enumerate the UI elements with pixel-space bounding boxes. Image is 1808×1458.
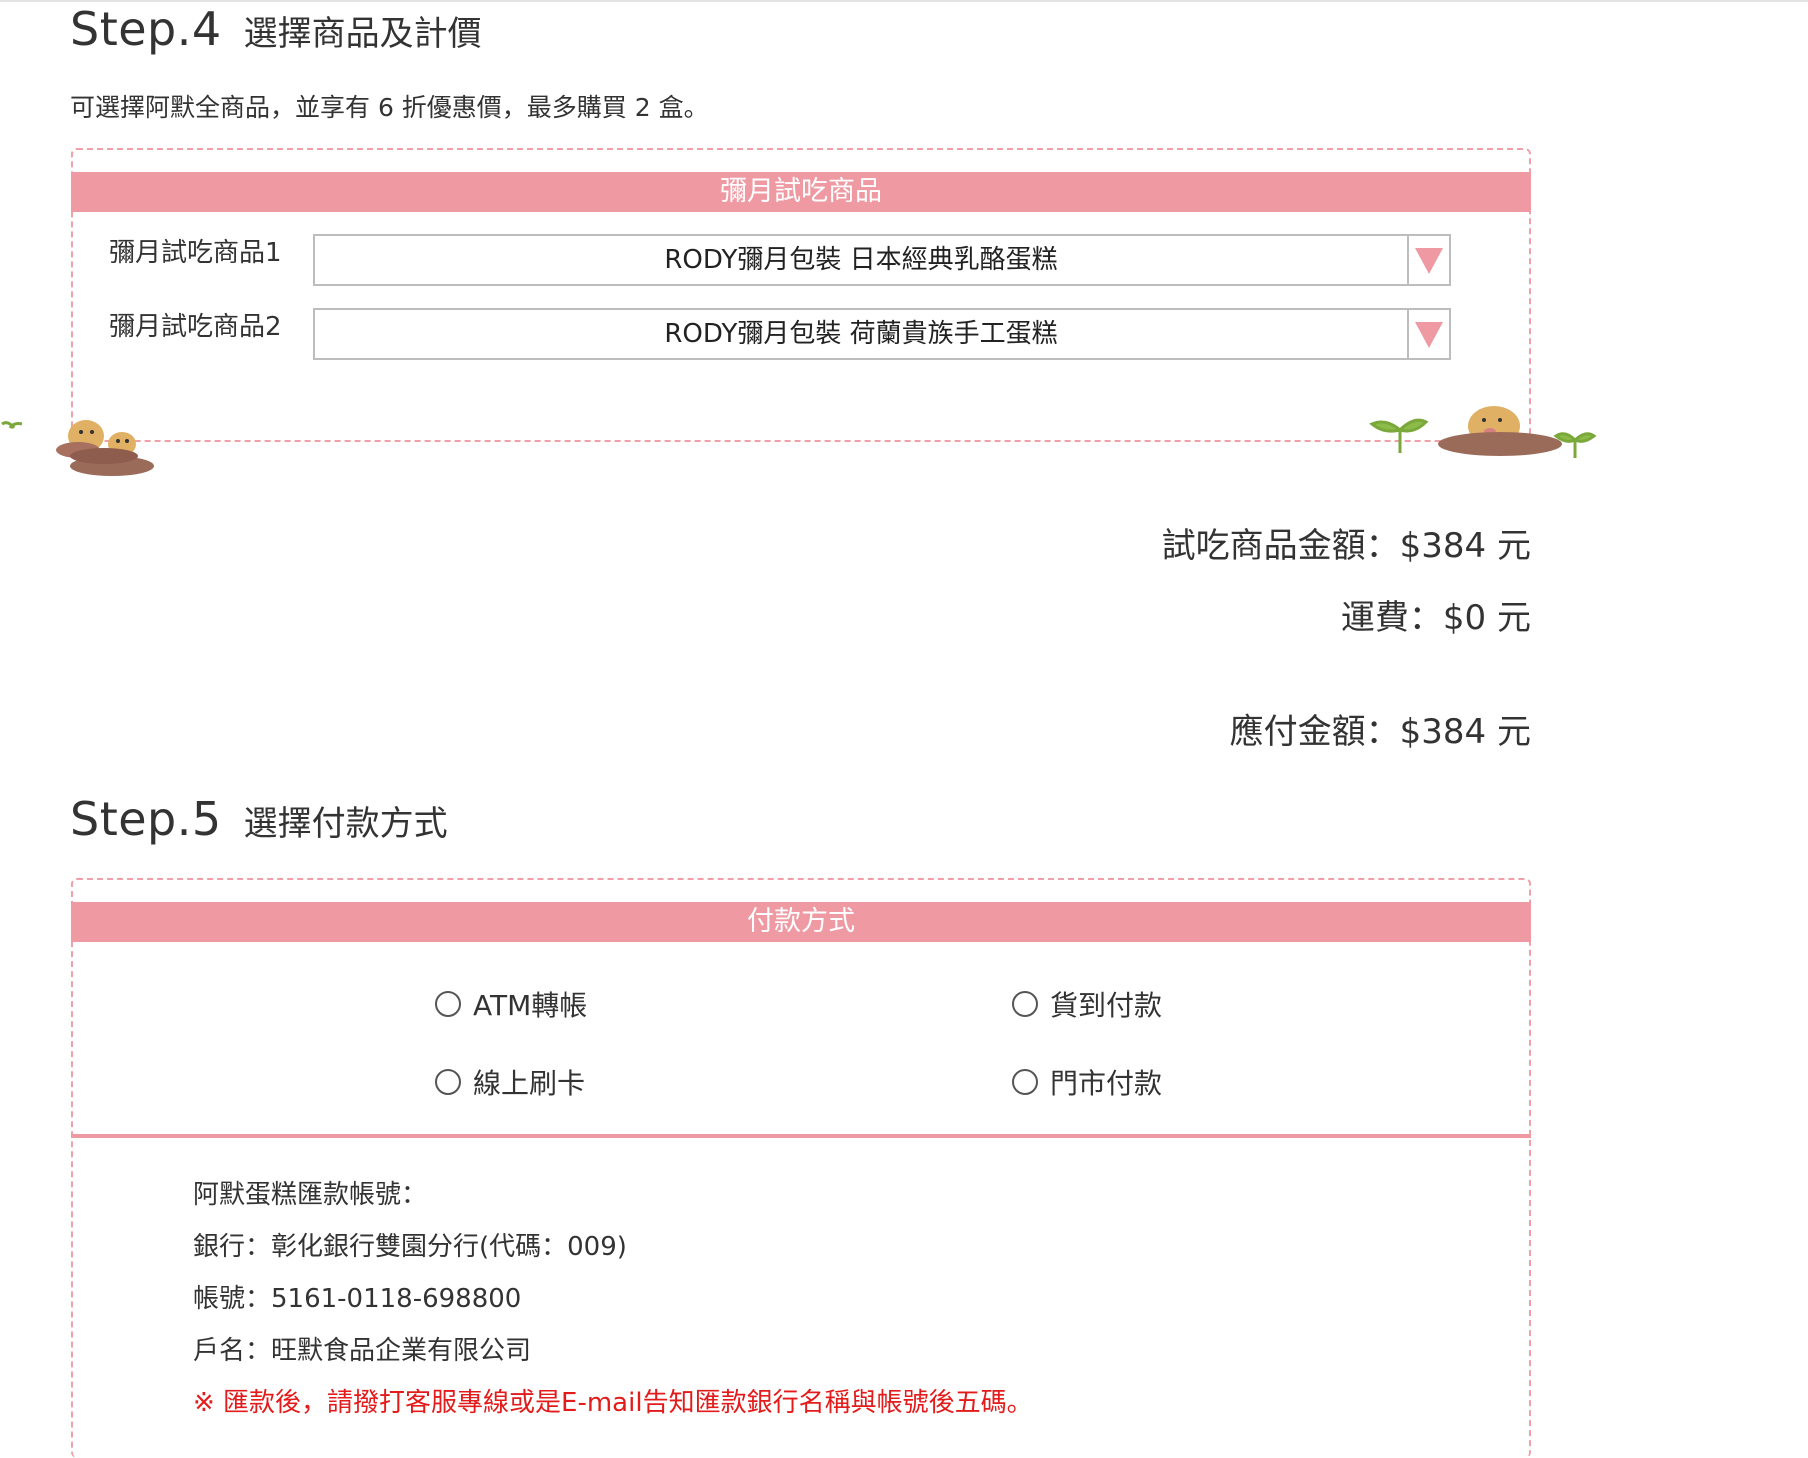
step5-title: 選擇付款方式 <box>243 804 448 844</box>
remittance-note: ※ 匯款後，請撥打客服專線或是E-mail告知匯款銀行名稱與帳號後五碼。 <box>193 1388 1033 1418</box>
step4-intro: 可選擇阿默全商品，並享有 6 折優惠價，最多購買 2 盒。 <box>70 93 709 122</box>
radio-icon[interactable] <box>1012 1069 1038 1095</box>
trial-item-2-select[interactable]: RODY彌月包裝 荷蘭貴族手工蛋糕 <box>313 308 1451 360</box>
total-amount: 應付金額：$384 元 <box>1229 712 1531 752</box>
mole-left-icon <box>1 420 154 476</box>
payment-divider <box>71 1134 1531 1138</box>
payment-option-card[interactable]: 線上刷卡 <box>435 1062 585 1102</box>
trial-products-panel: 彌月試吃商品 彌月試吃商品1 RODY彌月包裝 日本經典乳酪蛋糕 彌月試吃商品2… <box>71 148 1531 442</box>
trial-item-1-value: RODY彌月包裝 日本經典乳酪蛋糕 <box>664 245 1058 275</box>
bank-name: 銀行：彰化銀行雙園分行(代碼：009) <box>193 1232 627 1262</box>
bank-account: 帳號：5161-0118-698800 <box>193 1284 522 1314</box>
payment-option-label: 門市付款 <box>1050 1067 1163 1100</box>
payment-option-label: 線上刷卡 <box>473 1067 586 1100</box>
step5-number: Step.5 <box>70 792 222 846</box>
bank-holder: 戶名：旺默食品企業有限公司 <box>193 1336 532 1366</box>
payment-header: 付款方式 <box>71 902 1531 942</box>
radio-icon[interactable] <box>435 991 461 1017</box>
payment-option-label: 貨到付款 <box>1050 989 1163 1022</box>
trial-item-1-select[interactable]: RODY彌月包裝 日本經典乳酪蛋糕 <box>313 234 1451 286</box>
payment-panel: 付款方式 ATM轉帳 貨到付款 線上刷卡 門市付款 阿默蛋糕匯款帳號： 銀行：彰… <box>71 878 1531 1458</box>
step4-number: Step.4 <box>70 2 222 56</box>
trial-item-1-label: 彌月試吃商品1 <box>109 238 282 268</box>
radio-icon[interactable] <box>1012 991 1038 1017</box>
dropdown-arrow-icon[interactable] <box>1407 310 1449 358</box>
payment-option-cod[interactable]: 貨到付款 <box>1012 984 1162 1024</box>
trial-item-2-label: 彌月試吃商品2 <box>109 312 282 342</box>
payment-option-store[interactable]: 門市付款 <box>1012 1062 1162 1102</box>
radio-icon[interactable] <box>435 1069 461 1095</box>
bank-heading: 阿默蛋糕匯款帳號： <box>193 1180 428 1210</box>
step4-title: 選擇商品及計價 <box>243 14 482 54</box>
trial-products-header: 彌月試吃商品 <box>71 172 1531 212</box>
shipping-fee: 運費：$0 元 <box>1340 598 1531 638</box>
trial-item-2-value: RODY彌月包裝 荷蘭貴族手工蛋糕 <box>664 319 1058 349</box>
step5-heading: Step.5 選擇付款方式 <box>70 792 448 846</box>
step4-heading: Step.4 選擇商品及計價 <box>70 2 482 56</box>
trial-amount: 試吃商品金額：$384 元 <box>1161 526 1531 566</box>
payment-option-label: ATM轉帳 <box>473 989 588 1022</box>
payment-option-atm[interactable]: ATM轉帳 <box>435 984 587 1024</box>
mole-right-icon <box>1369 406 1597 458</box>
dropdown-arrow-icon[interactable] <box>1407 236 1449 284</box>
